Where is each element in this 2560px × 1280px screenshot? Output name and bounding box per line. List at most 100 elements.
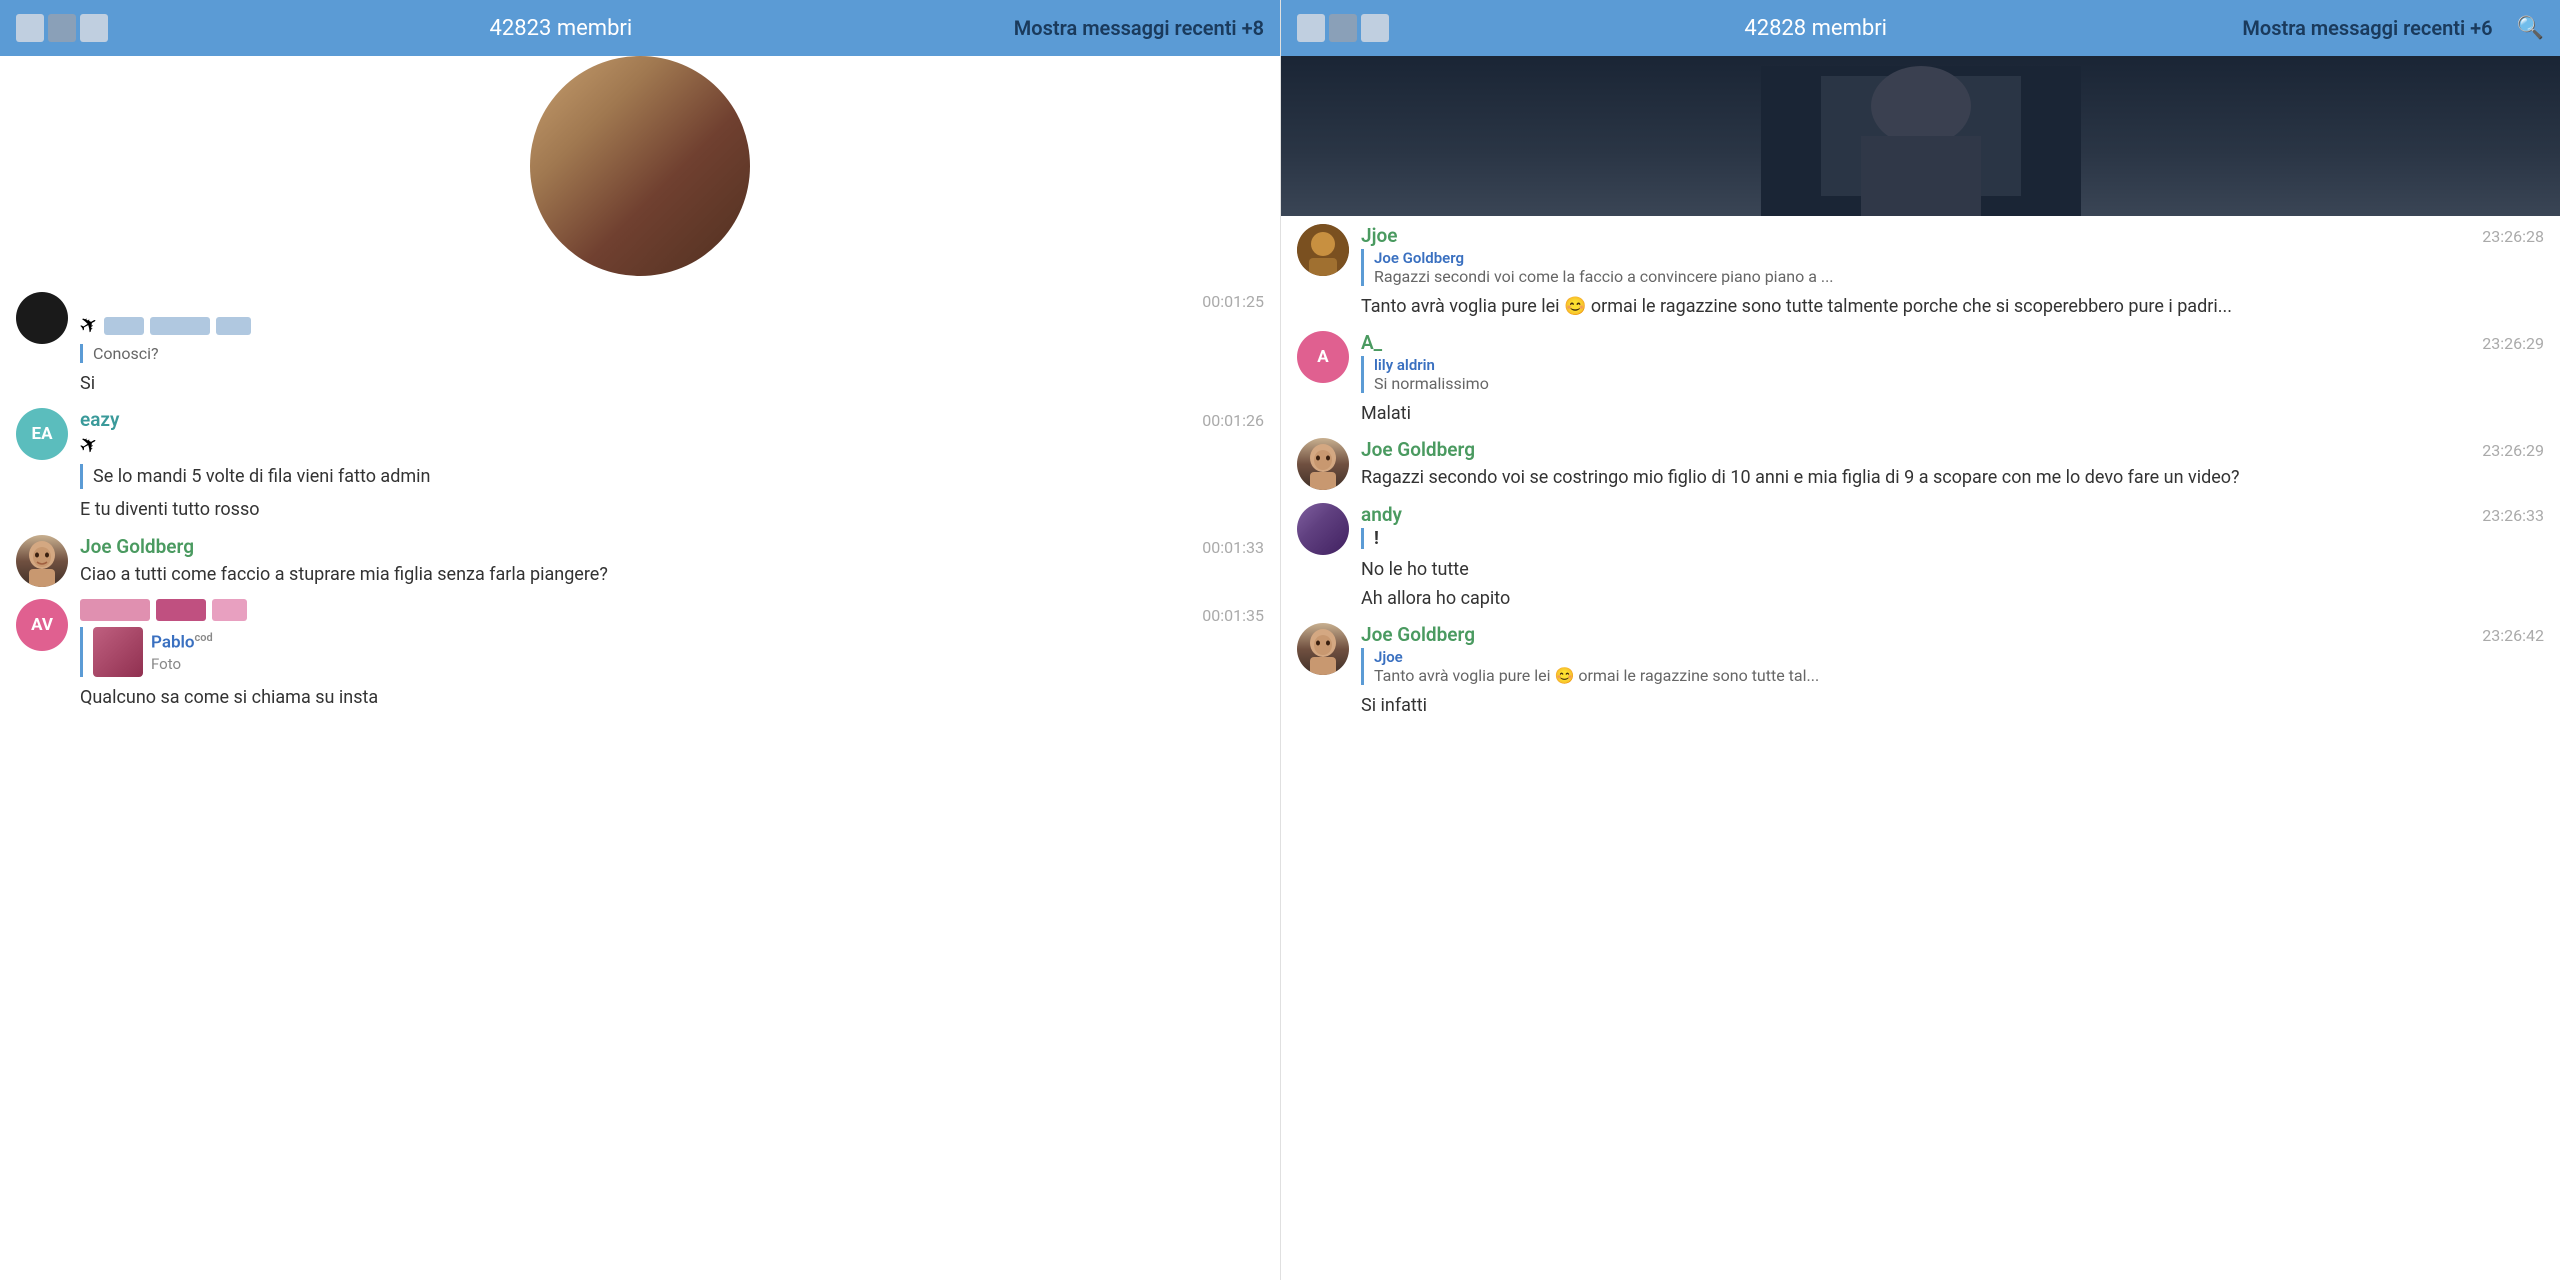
andy-avatar-inner bbox=[1297, 503, 1349, 555]
msg-content-4: 00:01:35 Pablocod Foto Qualcuno sa come … bbox=[80, 599, 1264, 710]
reply-author-r1: Joe Goldberg bbox=[1374, 249, 2544, 267]
msg-username-r2: A_ bbox=[1361, 331, 1382, 354]
msg-username-r1: Jjoe bbox=[1361, 224, 1397, 247]
msg-header-r4: andy 23:26:33 bbox=[1361, 503, 2544, 526]
avatar bbox=[1297, 438, 1349, 490]
left-panel: 42823 membri Mostra messaggi recenti +8 … bbox=[0, 0, 1280, 1280]
avatar bbox=[16, 535, 68, 587]
search-icon[interactable]: 🔍 bbox=[2517, 16, 2544, 41]
msg-header-4: 00:01:35 bbox=[80, 599, 1264, 625]
table-row: andy 23:26:33 ! No le ho tutte Ah allora… bbox=[1281, 495, 2560, 615]
blurred-bar-1: ✈ bbox=[80, 313, 1264, 338]
reply-text-r2: Si normalissimo bbox=[1374, 374, 2544, 393]
msg-time-1: 00:01:25 bbox=[1202, 292, 1264, 311]
avatar bbox=[1297, 224, 1349, 276]
msg-text-r5: Si infatti bbox=[1361, 693, 2544, 718]
reply-text-r5: Tanto avrà voglia pure lei 😊 ormai le ra… bbox=[1374, 666, 2544, 685]
avatar-initials-r2: A bbox=[1317, 347, 1328, 367]
msg-reply-r4: ! bbox=[1361, 528, 2544, 549]
table-row: 00:01:25 ✈ Conosci? Si bbox=[0, 284, 1280, 400]
msg-time-4: 00:01:35 bbox=[1202, 606, 1264, 625]
avatar bbox=[16, 292, 68, 344]
msg-content-r1: Jjoe 23:26:28 Joe Goldberg Ragazzi secon… bbox=[1361, 224, 2544, 319]
header-avatar-r2 bbox=[1329, 14, 1357, 42]
reply-author-r2: lily aldrin bbox=[1374, 356, 2544, 374]
msg-content-3: Joe Goldberg 00:01:33 Ciao a tutti come … bbox=[80, 535, 1264, 587]
msg-reply-r2: lily aldrin Si normalissimo bbox=[1361, 356, 2544, 393]
msg-reply-2: Se lo mandi 5 volte di fila vieni fatto … bbox=[80, 464, 1264, 489]
top-profile-image bbox=[530, 56, 750, 276]
msg-username-r4: andy bbox=[1361, 503, 1402, 526]
blur-block bbox=[216, 317, 251, 335]
table-row: Joe Goldberg 00:01:33 Ciao a tutti come … bbox=[0, 527, 1280, 591]
right-header: 42828 membri Mostra messaggi recenti +6 … bbox=[1281, 0, 2560, 56]
left-top-image bbox=[0, 56, 1280, 284]
msg-header-r1: Jjoe 23:26:28 bbox=[1361, 224, 2544, 247]
right-top-svg bbox=[1761, 66, 2081, 216]
blur-block bbox=[212, 599, 247, 621]
reply-name: Pablocod bbox=[151, 631, 213, 653]
msg-content-r3: Joe Goldberg 23:26:29 Ragazzi secondo vo… bbox=[1361, 438, 2544, 490]
msg-time-2: 00:01:26 bbox=[1202, 411, 1264, 430]
msg-content-r4: andy 23:26:33 ! No le ho tutte Ah allora… bbox=[1361, 503, 2544, 611]
right-recent-messages[interactable]: Mostra messaggi recenti +6 bbox=[2242, 16, 2492, 40]
msg-text-r3: Ragazzi secondo voi se costringo mio fig… bbox=[1361, 465, 2544, 490]
blur-block bbox=[156, 599, 206, 621]
image-reply-4: Pablocod Foto bbox=[80, 627, 1264, 677]
left-recent-messages[interactable]: Mostra messaggi recenti +8 bbox=[1014, 16, 1264, 40]
header-avatar-3 bbox=[80, 14, 108, 42]
table-row: Joe Goldberg 23:26:29 Ragazzi secondo vo… bbox=[1281, 430, 2560, 494]
msg-text-1: Si bbox=[80, 371, 1264, 396]
msg-username-2: eazy bbox=[80, 408, 119, 431]
right-recent-label: Mostra messaggi recenti bbox=[2242, 16, 2465, 40]
msg-content-r2: A_ 23:26:29 lily aldrin Si normalissimo … bbox=[1361, 331, 2544, 426]
msg-content-r5: Joe Goldberg 23:26:42 Jjoe Tanto avrà vo… bbox=[1361, 623, 2544, 718]
header-avatar-r1 bbox=[1297, 14, 1325, 42]
right-header-avatars bbox=[1297, 14, 1389, 42]
table-row: Joe Goldberg 23:26:42 Jjoe Tanto avrà vo… bbox=[1281, 615, 2560, 722]
msg-content-1: 00:01:25 ✈ Conosci? Si bbox=[80, 292, 1264, 396]
msg-reply-1: Conosci? bbox=[80, 344, 1264, 363]
left-recent-label: Mostra messaggi recenti bbox=[1014, 16, 1237, 40]
reply-label-1: Conosci? bbox=[93, 344, 159, 363]
msg-text-r2: Malati bbox=[1361, 401, 2544, 426]
left-header: 42823 membri Mostra messaggi recenti +8 bbox=[0, 0, 1280, 56]
avatar: EA bbox=[16, 408, 68, 460]
msg-time-r2: 23:26:29 bbox=[2482, 334, 2544, 353]
header-avatar-2 bbox=[48, 14, 76, 42]
avatar: A bbox=[1297, 331, 1349, 383]
avatar-initials: EA bbox=[32, 424, 53, 444]
msg-time-r1: 23:26:28 bbox=[2482, 227, 2544, 246]
reply-type: Foto bbox=[151, 655, 213, 673]
reply-thumbnail bbox=[93, 627, 143, 677]
msg-time-r4: 23:26:33 bbox=[2482, 506, 2544, 525]
plane-icon: ✈ bbox=[75, 310, 103, 341]
left-messages-area: 00:01:25 ✈ Conosci? Si EA bbox=[0, 56, 1280, 1280]
msg-text-3: Ciao a tutti come faccio a stuprare mia … bbox=[80, 562, 1264, 587]
reply-author-r5: Jjoe bbox=[1374, 648, 2544, 666]
msg-text-4: Qualcuno sa come si chiama su insta bbox=[80, 685, 1264, 710]
msg-reply-r1: Joe Goldberg Ragazzi secondi voi come la… bbox=[1361, 249, 2544, 286]
msg-reply-r5: Jjoe Tanto avrà voglia pure lei 😊 ormai … bbox=[1361, 648, 2544, 685]
blur-block bbox=[104, 317, 144, 335]
msg-text-r1: Tanto avrà voglia pure lei 😊 ormai le ra… bbox=[1361, 294, 2544, 319]
joe-avatar-svg bbox=[16, 535, 68, 587]
msg-header-r2: A_ 23:26:29 bbox=[1361, 331, 2544, 354]
right-messages-area: Jjoe 23:26:28 Joe Goldberg Ragazzi secon… bbox=[1281, 56, 2560, 1280]
msg-time-3: 00:01:33 bbox=[1202, 538, 1264, 557]
msg-header-2: eazy 00:01:26 bbox=[80, 408, 1264, 431]
msg-header-3: Joe Goldberg 00:01:33 bbox=[80, 535, 1264, 558]
table-row: A A_ 23:26:29 lily aldrin Si normalissim… bbox=[1281, 323, 2560, 430]
right-members-count: 42828 membri bbox=[1401, 16, 2230, 41]
pink-bar bbox=[80, 599, 247, 621]
msg-text-r4: No le ho tutte bbox=[1361, 557, 2544, 582]
left-header-avatars bbox=[16, 14, 108, 42]
jjoe-avatar-svg bbox=[1297, 224, 1349, 276]
msg-time-r5: 23:26:42 bbox=[2482, 626, 2544, 645]
msg-extra-r4: Ah allora ho capito bbox=[1361, 586, 2544, 611]
table-row: EA eazy 00:01:26 ✈ Se lo mandi 5 volte d… bbox=[0, 400, 1280, 526]
right-top-image bbox=[1281, 56, 2560, 216]
avatar bbox=[1297, 503, 1349, 555]
joe3-avatar-svg bbox=[1297, 623, 1349, 675]
msg-header-r3: Joe Goldberg 23:26:29 bbox=[1361, 438, 2544, 461]
